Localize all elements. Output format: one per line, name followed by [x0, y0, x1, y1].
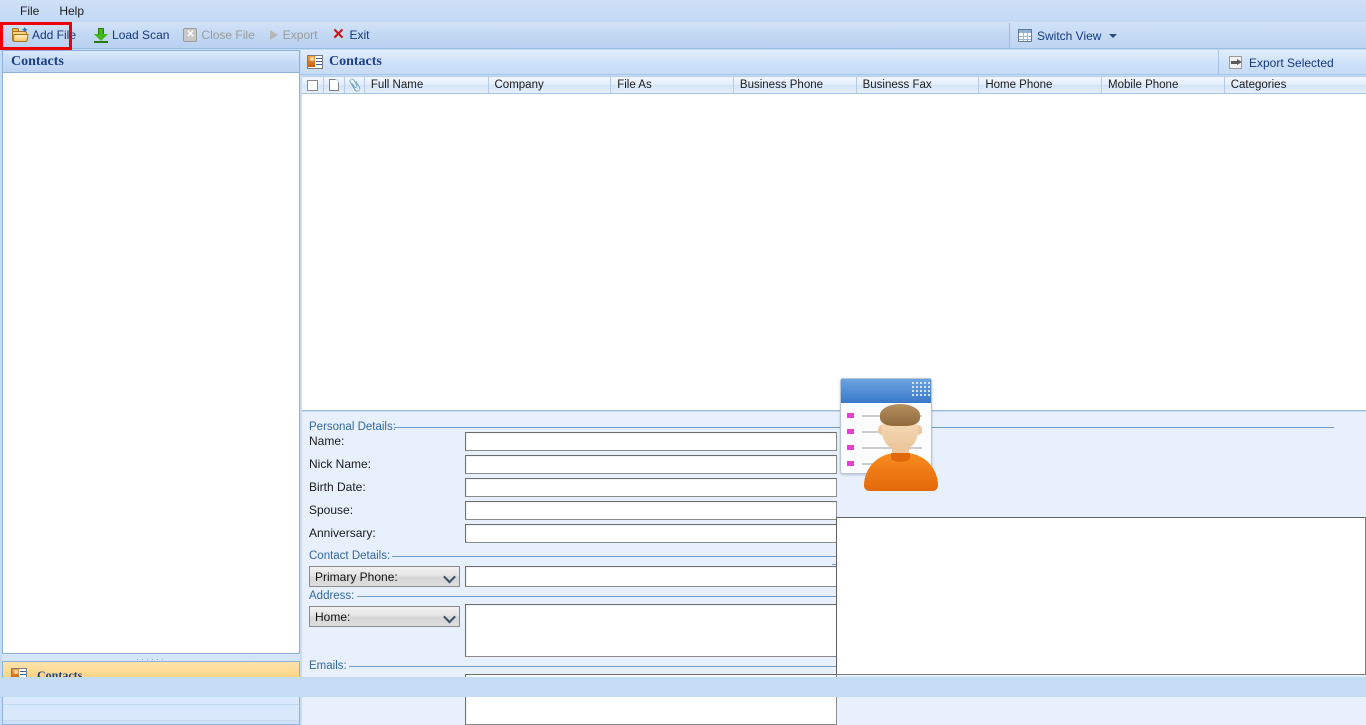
- field-label-anniversary: Anniversary:: [309, 526, 376, 540]
- contact-list-column-header: 📎 Full Name Company File As Business Pho…: [302, 76, 1366, 94]
- birth-date-input[interactable]: [465, 478, 837, 497]
- contact-list-body[interactable]: [302, 94, 1366, 411]
- red-x-icon: ✕: [332, 26, 345, 43]
- grid-icon: [1018, 29, 1032, 42]
- column-full-name[interactable]: Full Name: [365, 77, 489, 93]
- group-emails-legend: Emails:: [309, 660, 347, 672]
- main-panel-header: Contacts Export Selected: [301, 50, 1366, 75]
- column-home-phone[interactable]: Home Phone: [979, 77, 1103, 93]
- download-icon: [94, 27, 109, 43]
- address-type-select[interactable]: Home:: [309, 606, 460, 627]
- export-selected-label: Export Selected: [1249, 55, 1334, 70]
- close-box-icon: ✕: [183, 28, 198, 42]
- column-file-as-label: File As: [617, 79, 652, 91]
- group-emails-rule: [349, 666, 836, 667]
- column-mobile-phone[interactable]: Mobile Phone: [1102, 77, 1225, 93]
- status-bar: [0, 677, 1366, 697]
- paperclip-icon: 📎: [346, 78, 363, 93]
- nick-name-input[interactable]: [465, 455, 837, 474]
- column-company[interactable]: Company: [489, 77, 612, 93]
- column-select-all[interactable]: [302, 77, 324, 93]
- column-attachment[interactable]: 📎: [345, 77, 365, 93]
- close-file-button[interactable]: ✕ Close File: [176, 24, 261, 46]
- play-triangle-icon: [269, 29, 279, 41]
- load-scan-button[interactable]: Load Scan: [87, 24, 176, 46]
- close-file-label: Close File: [201, 28, 255, 42]
- anniversary-input[interactable]: [465, 524, 837, 543]
- name-input[interactable]: [465, 432, 837, 451]
- column-business-phone[interactable]: Business Phone: [734, 77, 857, 93]
- add-file-button[interactable]: ✦ Add File: [5, 24, 83, 46]
- left-sidebar: Contacts ······ Contacts: [2, 50, 300, 725]
- field-label-nick-name: Nick Name:: [309, 457, 372, 471]
- address-type-select-value: Home:: [315, 609, 351, 624]
- column-business-fax[interactable]: Business Fax: [857, 77, 980, 93]
- add-file-label: Add File: [32, 28, 77, 42]
- sidebar-nav-empty-slot-2: [3, 705, 299, 721]
- exit-label: Exit: [349, 28, 370, 42]
- column-page-icon[interactable]: [324, 77, 346, 93]
- primary-phone-select[interactable]: Primary Phone:: [309, 566, 460, 587]
- contact-card-icon: [307, 55, 323, 69]
- export-selected-button[interactable]: Export Selected: [1218, 50, 1366, 75]
- contact-photo-icon: [836, 373, 942, 491]
- export-button[interactable]: Export: [262, 24, 325, 46]
- column-mobile-phone-label: Mobile Phone: [1108, 79, 1179, 91]
- primary-phone-select-value: Primary Phone:: [315, 569, 398, 584]
- open-folder-icon: ✦: [12, 26, 29, 42]
- spouse-input[interactable]: [465, 501, 837, 520]
- column-categories-label: Categories: [1230, 79, 1287, 91]
- column-business-phone-label: Business Phone: [739, 79, 824, 91]
- sidebar-tree[interactable]: [2, 73, 300, 654]
- note-textarea[interactable]: [836, 517, 1366, 675]
- exit-button[interactable]: ✕ Exit: [324, 24, 376, 46]
- group-contact-details-legend: Contact Details:: [309, 550, 391, 562]
- group-personal-details-legend: Personal Details:: [309, 421, 396, 433]
- column-full-name-label: Full Name: [370, 79, 424, 91]
- checkbox-icon[interactable]: [306, 79, 318, 91]
- menu-bar: File Help: [0, 0, 1366, 22]
- field-label-spouse: Spouse:: [309, 503, 354, 517]
- load-scan-label: Load Scan: [112, 28, 170, 42]
- group-address-rule: [357, 596, 836, 597]
- chevron-down-icon: [445, 573, 453, 581]
- column-categories[interactable]: Categories: [1225, 77, 1366, 93]
- column-business-fax-label: Business Fax: [862, 79, 932, 91]
- page-icon: [328, 79, 339, 91]
- primary-phone-input[interactable]: [465, 566, 837, 587]
- card-dots-decoration: [912, 382, 934, 398]
- address-textarea[interactable]: [465, 604, 837, 657]
- field-label-birth-date: Birth Date:: [309, 480, 366, 494]
- field-label-name: Name:: [309, 434, 345, 448]
- export-label: Export: [282, 28, 318, 42]
- group-address-legend: Address:: [309, 590, 355, 602]
- page-title: Contacts: [329, 54, 382, 69]
- sidebar-header: Contacts: [2, 50, 300, 73]
- menu-item-help[interactable]: Help: [49, 2, 94, 20]
- switch-view-container: Switch View: [1009, 23, 1366, 48]
- switch-view-button[interactable]: Switch View: [1010, 25, 1125, 47]
- column-company-label: Company: [494, 79, 544, 91]
- chevron-down-icon: [445, 613, 453, 621]
- export-icon: [1229, 55, 1243, 70]
- sidebar-header-label: Contacts: [11, 53, 64, 69]
- menu-item-file[interactable]: File: [10, 2, 49, 20]
- group-contact-details-rule: [392, 556, 836, 557]
- column-home-phone-label: Home Phone: [985, 79, 1053, 91]
- chevron-down-icon: [1109, 33, 1118, 38]
- switch-view-label: Switch View: [1037, 28, 1102, 43]
- column-file-as[interactable]: File As: [611, 77, 734, 93]
